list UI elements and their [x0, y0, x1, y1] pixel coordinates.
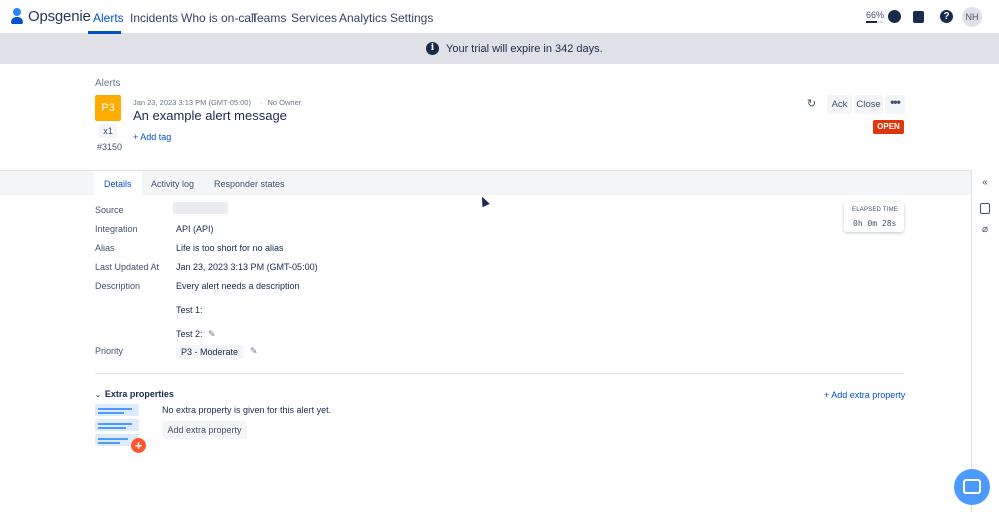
- onboarding-progress-bar: [866, 21, 883, 23]
- nav-who-is-on-call[interactable]: Who is on-call: [181, 11, 256, 25]
- status-badge: OPEN: [873, 120, 904, 134]
- tab-responder-states[interactable]: Responder states: [214, 171, 285, 195]
- chat-widget-button[interactable]: [954, 469, 990, 505]
- integration-value[interactable]: API (API): [176, 224, 214, 234]
- tab-strip: [0, 171, 971, 195]
- elapsed-time-value: 0h 0m 28s: [853, 219, 897, 228]
- extra-properties-heading: Extra properties: [104, 389, 174, 399]
- alias-label: Alias: [95, 243, 115, 253]
- progress-fill: [866, 21, 878, 23]
- ack-button[interactable]: Ack: [827, 95, 852, 114]
- edit-description-icon[interactable]: ✎: [208, 329, 216, 340]
- add-extra-property-link[interactable]: + Add extra property: [824, 390, 905, 400]
- alert-count: x1: [99, 124, 117, 138]
- description-line: Test 2:: [176, 329, 203, 339]
- priority-badge: P3: [95, 95, 121, 121]
- empty-state-text: No extra property is given for this aler…: [162, 405, 332, 415]
- tiny-id: #3150: [97, 142, 123, 152]
- nav-alerts[interactable]: Alerts: [93, 11, 124, 25]
- alert-meta: Jan 23, 2023 3:13 PM (GMT-05:00) · No Owne…: [133, 98, 301, 107]
- top-nav: Opsgenie Alerts Incidents Who is on-call…: [0, 0, 999, 34]
- source-value-redacted: [173, 202, 228, 214]
- last-updated-label: Last Updated At: [95, 262, 160, 272]
- owner[interactable]: No Owner: [267, 98, 301, 107]
- plus-icon: +: [131, 438, 146, 453]
- nav-teams[interactable]: Teams: [251, 11, 286, 25]
- description-label: Description: [95, 281, 141, 291]
- whats-new-icon[interactable]: [913, 11, 924, 23]
- integration-label: Integration: [95, 224, 138, 234]
- nav-analytics[interactable]: Analytics: [339, 11, 387, 25]
- help-icon[interactable]: ?: [940, 10, 953, 23]
- info-icon: i: [426, 42, 439, 55]
- section-divider: [95, 373, 904, 374]
- edit-priority-icon[interactable]: ✎: [250, 346, 258, 357]
- empty-state-illustration-icon: +: [95, 404, 147, 454]
- add-tag-link[interactable]: + Add tag: [133, 132, 171, 142]
- nav-settings[interactable]: Settings: [390, 11, 433, 25]
- more-actions-button[interactable]: •••: [885, 95, 905, 114]
- description-line: Test 1:: [176, 305, 203, 315]
- mouse-cursor-icon: [478, 194, 490, 208]
- trial-message: Your trial will expire in 342 days.: [446, 43, 603, 55]
- refresh-icon[interactable]: ↻: [805, 98, 818, 111]
- page-title: An example alert message: [133, 108, 287, 123]
- priority-value: P3 - Moderate: [176, 345, 244, 359]
- collapse-panel-icon[interactable]: «: [979, 177, 991, 189]
- opsgenie-logo-icon: [11, 8, 23, 25]
- elapsed-time-card: ELAPSED TIME 0h 0m 28s: [844, 202, 904, 232]
- add-extra-property-button[interactable]: Add extra property: [162, 421, 247, 439]
- avatar[interactable]: NH: [962, 7, 982, 27]
- attachment-icon[interactable]: ⌀: [979, 224, 991, 236]
- source-label: Source: [95, 205, 124, 215]
- notes-icon[interactable]: [980, 203, 990, 214]
- chevron-down-icon: ⌄: [95, 392, 101, 399]
- priority-label: Priority: [95, 346, 124, 356]
- extra-properties-toggle[interactable]: ⌄ Extra properties: [95, 389, 174, 399]
- close-button[interactable]: Close: [854, 95, 883, 114]
- nav-services[interactable]: Services: [291, 11, 337, 25]
- created-at: Jan 23, 2023 3:13 PM (GMT-05:00): [133, 98, 251, 107]
- nav-incidents[interactable]: Incidents: [130, 11, 178, 25]
- meta-separator: ·: [259, 98, 263, 107]
- elapsed-time-label: ELAPSED TIME: [852, 207, 898, 213]
- tab-details[interactable]: Details: [94, 171, 142, 195]
- right-rail: [971, 170, 999, 512]
- compass-icon[interactable]: [888, 10, 901, 23]
- last-updated-value: Jan 23, 2023 3:13 PM (GMT-05:00): [176, 262, 318, 272]
- onboarding-progress-label[interactable]: 66%: [866, 10, 884, 20]
- alias-value: Life is too short for no alias: [176, 243, 284, 253]
- chat-icon: [963, 479, 981, 494]
- tab-activity-log[interactable]: Activity log: [151, 171, 194, 195]
- trial-banner: i Your trial will expire in 342 days.: [0, 34, 999, 64]
- description-line: Every alert needs a description: [176, 281, 300, 291]
- breadcrumb[interactable]: Alerts: [95, 78, 121, 89]
- brand-name: Opsgenie: [28, 8, 91, 25]
- brand-logo[interactable]: Opsgenie: [11, 8, 91, 25]
